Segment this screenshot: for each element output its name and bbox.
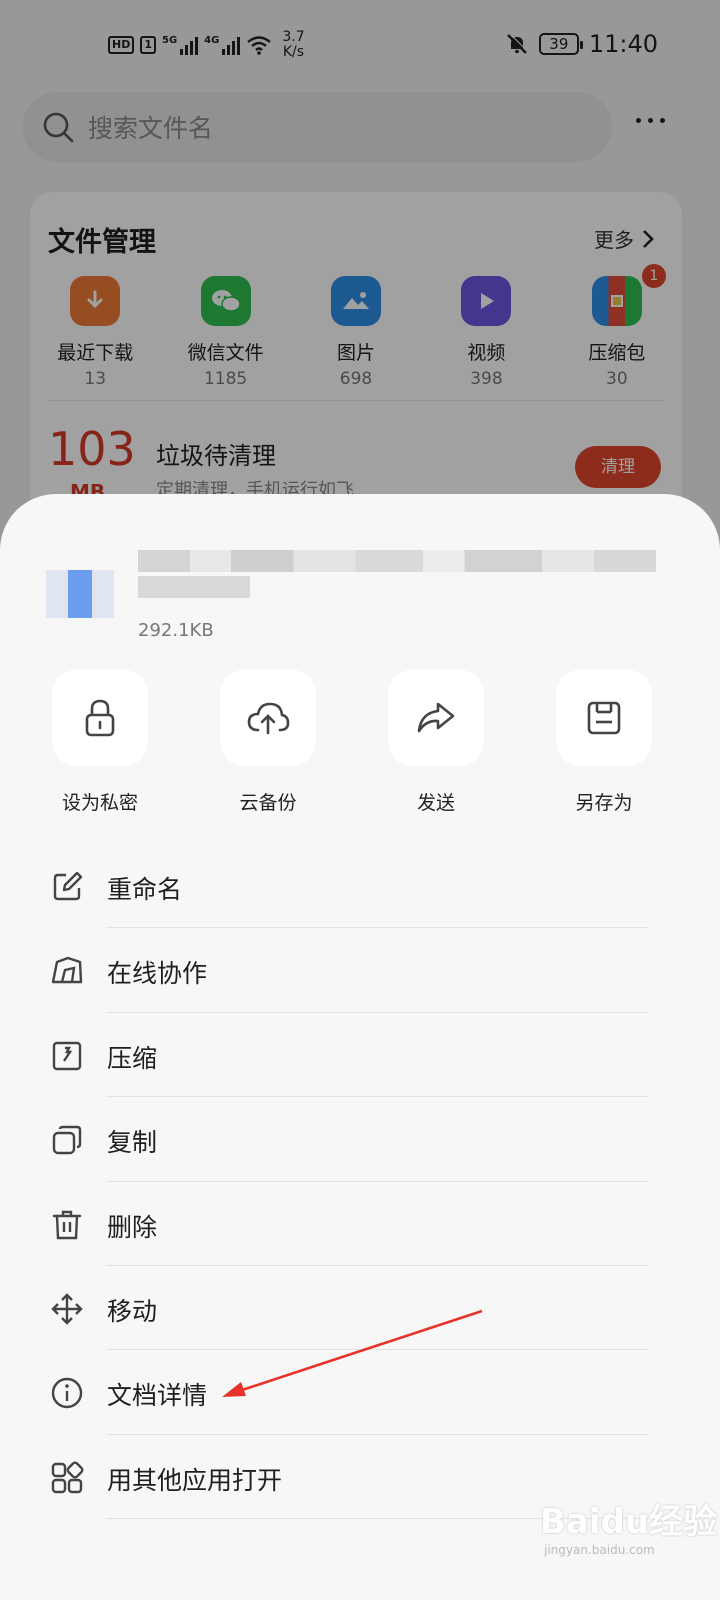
trash-icon (52, 1210, 82, 1239)
send-button[interactable]: 发送 (376, 670, 496, 815)
menu-item-online-collaboration[interactable]: 在线协作 (0, 928, 720, 1013)
file-size: 292.1KB (138, 620, 214, 641)
file-actions-sheet: 292.1KB 设为私密 云备份 发送 另存为 重命名 在线协作 压缩 复制 删… (0, 494, 720, 1600)
menu-item-rename[interactable]: 重命名 (0, 844, 720, 929)
menu-item-document-details[interactable]: 文档详情 (0, 1350, 720, 1435)
cloud-backup-button[interactable]: 云备份 (208, 670, 328, 815)
edit-icon (53, 871, 83, 901)
move-icon (51, 1293, 83, 1325)
set-private-button[interactable]: 设为私密 (40, 670, 160, 815)
share-icon (417, 702, 455, 733)
save-icon (587, 701, 621, 735)
apps-icon (51, 1461, 84, 1493)
copy-icon (52, 1125, 82, 1155)
info-icon (51, 1378, 83, 1409)
lock-icon (85, 699, 115, 737)
cloud-upload-icon (247, 702, 290, 735)
menu-item-compress[interactable]: 压缩 (0, 1013, 720, 1098)
file-action-menu: 重命名 在线协作 压缩 复制 删除 移动 文档详情 用其他应用打开 (0, 844, 720, 1520)
menu-item-copy[interactable]: 复制 (0, 1097, 720, 1182)
watermark: Baidu经验 jingyan.baidu.com (540, 1502, 718, 1557)
file-thumbnail (46, 570, 114, 618)
menu-item-move[interactable]: 移动 (0, 1266, 720, 1351)
menu-item-delete[interactable]: 删除 (0, 1182, 720, 1266)
collaborate-icon (51, 957, 83, 984)
save-as-button[interactable]: 另存为 (544, 670, 664, 815)
blurred-file-name-line2 (138, 576, 250, 598)
compress-icon (52, 1041, 82, 1070)
blurred-file-name (138, 550, 656, 572)
quick-actions: 设为私密 云备份 发送 另存为 (0, 670, 720, 820)
